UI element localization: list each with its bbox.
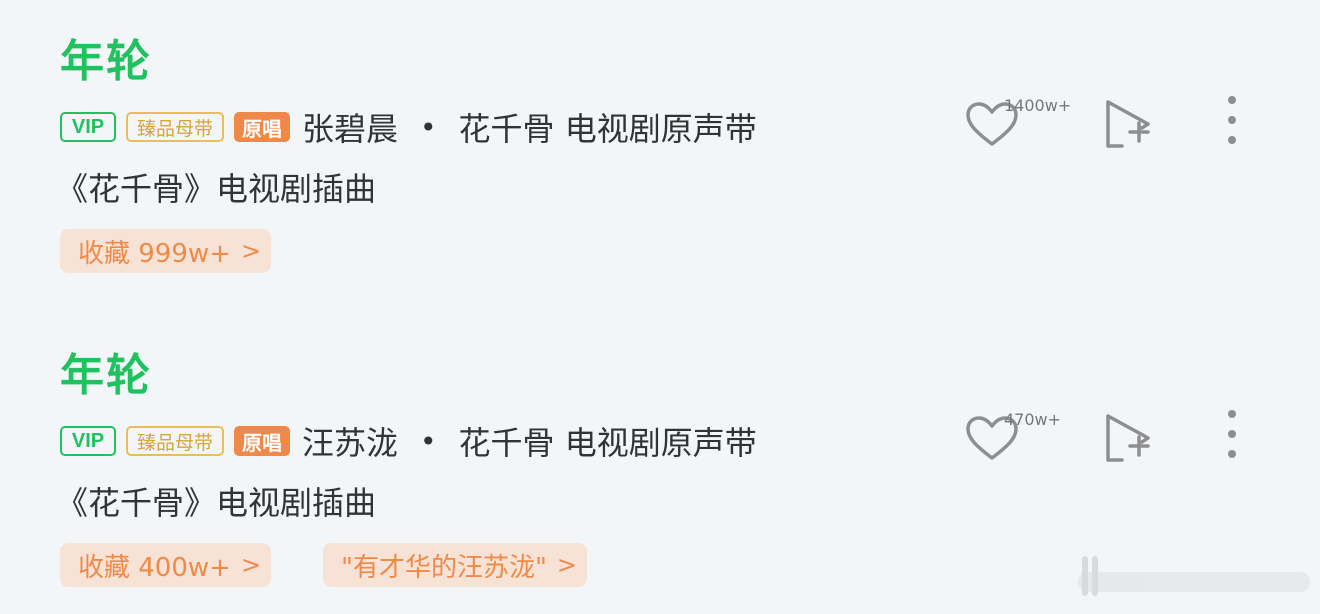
- song-title: 年轮: [60, 36, 152, 87]
- more-vertical-icon[interactable]: [1220, 410, 1244, 460]
- chevron-right-icon: >: [240, 551, 262, 579]
- like-count: 470w+: [1004, 410, 1062, 429]
- master-quality-badge: 臻品母带: [126, 112, 224, 142]
- more-vertical-icon[interactable]: [1220, 96, 1244, 146]
- nickname-tag[interactable]: "有才华的汪苏泷" >: [323, 543, 588, 587]
- like-button[interactable]: 470w+: [964, 410, 1084, 470]
- artist-name[interactable]: 汪苏泷: [302, 418, 398, 464]
- song-description: 《花千骨》电视剧插曲: [56, 170, 377, 208]
- add-to-playlist-icon[interactable]: [1102, 98, 1154, 150]
- song-description: 《花千骨》电视剧插曲: [56, 484, 377, 522]
- vip-badge: VIP: [60, 112, 116, 142]
- favorite-count-tag[interactable]: 收藏 400w+ >: [60, 543, 272, 587]
- album-name[interactable]: 花千骨 电视剧原声带: [459, 104, 757, 150]
- original-singer-badge: 原唱: [234, 426, 290, 456]
- meta-separator: •: [420, 110, 437, 144]
- song-item[interactable]: 年轮 VIP 臻品母带 原唱 张碧晨 • 花千骨 电视剧原声带 《花千骨》电视剧…: [0, 0, 1320, 300]
- song-meta-row: VIP 臻品母带 原唱 汪苏泷 • 花千骨 电视剧原声带: [60, 418, 757, 464]
- like-count: 1400w+: [1004, 96, 1072, 115]
- favorite-count-label: 收藏 400w+: [78, 552, 231, 583]
- album-name[interactable]: 花千骨 电视剧原声带: [459, 418, 757, 464]
- nickname-label: "有才华的汪苏泷": [341, 552, 547, 583]
- favorite-count-tag[interactable]: 收藏 999w+ >: [60, 229, 272, 273]
- artist-name[interactable]: 张碧晨: [302, 104, 398, 150]
- song-meta-row: VIP 臻品母带 原唱 张碧晨 • 花千骨 电视剧原声带: [60, 104, 757, 150]
- like-button[interactable]: 1400w+: [964, 96, 1084, 156]
- chevron-right-icon: >: [240, 237, 262, 265]
- vip-badge: VIP: [60, 426, 116, 456]
- song-title: 年轮: [60, 350, 152, 401]
- original-singer-badge: 原唱: [234, 112, 290, 142]
- watermark-graphic: [1078, 556, 1310, 596]
- add-to-playlist-icon[interactable]: [1102, 412, 1154, 464]
- master-quality-badge: 臻品母带: [126, 426, 224, 456]
- favorite-count-label: 收藏 999w+: [78, 238, 231, 269]
- chevron-right-icon: >: [556, 551, 578, 579]
- meta-separator: •: [420, 424, 437, 458]
